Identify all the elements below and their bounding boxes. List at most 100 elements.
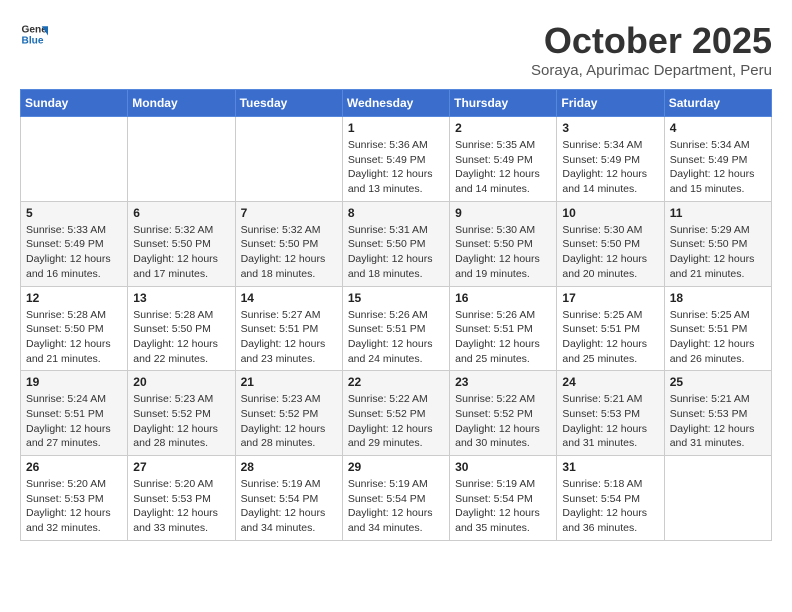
day-number: 27: [133, 460, 229, 474]
day-info: Sunrise: 5:30 AMSunset: 5:50 PMDaylight:…: [562, 223, 658, 282]
calendar-cell: 26Sunrise: 5:20 AMSunset: 5:53 PMDayligh…: [21, 456, 128, 541]
day-number: 19: [26, 375, 122, 389]
day-number: 14: [241, 291, 337, 305]
day-number: 30: [455, 460, 551, 474]
day-number: 12: [26, 291, 122, 305]
calendar-week-row-3: 12 Sunrise: 5:28 AMSunset: 5:50 PMDayligh…: [21, 286, 772, 371]
day-number: 9: [455, 206, 551, 220]
day-info: Sunrise: 5:28 AMSunset: 5:50 PMDaylight:…: [26, 308, 122, 367]
calendar-cell: 11 Sunrise: 5:29 AMSunset: 5:50 PMDayligh…: [664, 201, 771, 286]
day-number: 13: [133, 291, 229, 305]
weekday-header-wednesday: Wednesday: [342, 90, 449, 117]
svg-text:General: General: [22, 24, 48, 35]
calendar-cell: [21, 117, 128, 202]
calendar-week-row-5: 26Sunrise: 5:20 AMSunset: 5:53 PMDayligh…: [21, 456, 772, 541]
weekday-header-sunday: Sunday: [21, 90, 128, 117]
location-subtitle: Soraya, Apurimac Department, Peru: [531, 62, 772, 79]
day-number: 16: [455, 291, 551, 305]
calendar-table: SundayMondayTuesdayWednesdayThursdayFrid…: [20, 89, 772, 541]
calendar-cell: [235, 117, 342, 202]
day-info: Sunrise: 5:19 AMSunset: 5:54 PMDaylight:…: [348, 477, 444, 536]
calendar-cell: 1Sunrise: 5:36 AMSunset: 5:49 PMDaylight…: [342, 117, 449, 202]
day-number: 8: [348, 206, 444, 220]
calendar-cell: [664, 456, 771, 541]
day-number: 7: [241, 206, 337, 220]
calendar-cell: 7 Sunrise: 5:32 AMSunset: 5:50 PMDaylight…: [235, 201, 342, 286]
calendar-cell: 3 Sunrise: 5:34 AMSunset: 5:49 PMDaylight…: [557, 117, 664, 202]
weekday-header-friday: Friday: [557, 90, 664, 117]
day-info: Sunrise: 5:23 AMSunset: 5:52 PMDaylight:…: [241, 392, 337, 451]
day-info: Sunrise: 5:34 AMSunset: 5:49 PMDaylight:…: [562, 138, 658, 197]
calendar-cell: 13 Sunrise: 5:28 AMSunset: 5:50 PMDayligh…: [128, 286, 235, 371]
day-number: 23: [455, 375, 551, 389]
day-info: Sunrise: 5:19 AMSunset: 5:54 PMDaylight:…: [455, 477, 551, 536]
day-info: Sunrise: 5:30 AMSunset: 5:50 PMDaylight:…: [455, 223, 551, 282]
day-number: 31: [562, 460, 658, 474]
day-info: Sunrise: 5:32 AMSunset: 5:50 PMDaylight:…: [133, 223, 229, 282]
weekday-header-monday: Monday: [128, 90, 235, 117]
calendar-cell: [128, 117, 235, 202]
calendar-cell: 10Sunrise: 5:30 AMSunset: 5:50 PMDayligh…: [557, 201, 664, 286]
day-info: Sunrise: 5:35 AMSunset: 5:49 PMDaylight:…: [455, 138, 551, 197]
day-info: Sunrise: 5:32 AMSunset: 5:50 PMDaylight:…: [241, 223, 337, 282]
calendar-cell: 22 Sunrise: 5:22 AMSunset: 5:52 PMDayligh…: [342, 371, 449, 456]
day-info: Sunrise: 5:21 AMSunset: 5:53 PMDaylight:…: [670, 392, 766, 451]
day-number: 24: [562, 375, 658, 389]
day-number: 22: [348, 375, 444, 389]
weekday-header-saturday: Saturday: [664, 90, 771, 117]
calendar-cell: 15 Sunrise: 5:26 AMSunset: 5:51 PMDayligh…: [342, 286, 449, 371]
weekday-header-thursday: Thursday: [450, 90, 557, 117]
calendar-cell: 30 Sunrise: 5:19 AMSunset: 5:54 PMDayligh…: [450, 456, 557, 541]
calendar-cell: 6 Sunrise: 5:32 AMSunset: 5:50 PMDaylight…: [128, 201, 235, 286]
calendar-cell: 28 Sunrise: 5:19 AMSunset: 5:54 PMDayligh…: [235, 456, 342, 541]
day-number: 15: [348, 291, 444, 305]
day-info: Sunrise: 5:29 AMSunset: 5:50 PMDaylight:…: [670, 223, 766, 282]
day-number: 20: [133, 375, 229, 389]
calendar-cell: 5 Sunrise: 5:33 AMSunset: 5:49 PMDaylight…: [21, 201, 128, 286]
day-number: 28: [241, 460, 337, 474]
calendar-cell: 21Sunrise: 5:23 AMSunset: 5:52 PMDayligh…: [235, 371, 342, 456]
day-info: Sunrise: 5:33 AMSunset: 5:49 PMDaylight:…: [26, 223, 122, 282]
calendar-cell: 20 Sunrise: 5:23 AMSunset: 5:52 PMDayligh…: [128, 371, 235, 456]
day-info: Sunrise: 5:22 AMSunset: 5:52 PMDaylight:…: [455, 392, 551, 451]
day-number: 29: [348, 460, 444, 474]
calendar-week-row-1: 1Sunrise: 5:36 AMSunset: 5:49 PMDaylight…: [21, 117, 772, 202]
day-info: Sunrise: 5:18 AMSunset: 5:54 PMDaylight:…: [562, 477, 658, 536]
day-info: Sunrise: 5:26 AMSunset: 5:51 PMDaylight:…: [455, 308, 551, 367]
calendar-cell: 2 Sunrise: 5:35 AMSunset: 5:49 PMDaylight…: [450, 117, 557, 202]
day-info: Sunrise: 5:25 AMSunset: 5:51 PMDaylight:…: [562, 308, 658, 367]
calendar-cell: 25 Sunrise: 5:21 AMSunset: 5:53 PMDayligh…: [664, 371, 771, 456]
calendar-cell: 8Sunrise: 5:31 AMSunset: 5:50 PMDaylight…: [342, 201, 449, 286]
day-number: 25: [670, 375, 766, 389]
calendar-cell: 4 Sunrise: 5:34 AMSunset: 5:49 PMDaylight…: [664, 117, 771, 202]
calendar-cell: 12 Sunrise: 5:28 AMSunset: 5:50 PMDayligh…: [21, 286, 128, 371]
day-number: 6: [133, 206, 229, 220]
day-number: 18: [670, 291, 766, 305]
weekday-header-tuesday: Tuesday: [235, 90, 342, 117]
title-section: October 2025 Soraya, Apurimac Department…: [531, 20, 772, 79]
calendar-cell: 29 Sunrise: 5:19 AMSunset: 5:54 PMDayligh…: [342, 456, 449, 541]
day-number: 2: [455, 121, 551, 135]
calendar-cell: 23 Sunrise: 5:22 AMSunset: 5:52 PMDayligh…: [450, 371, 557, 456]
day-info: Sunrise: 5:19 AMSunset: 5:54 PMDaylight:…: [241, 477, 337, 536]
calendar-cell: 16 Sunrise: 5:26 AMSunset: 5:51 PMDayligh…: [450, 286, 557, 371]
svg-text:Blue: Blue: [22, 35, 44, 46]
day-info: Sunrise: 5:28 AMSunset: 5:50 PMDaylight:…: [133, 308, 229, 367]
calendar-week-row-4: 19 Sunrise: 5:24 AMSunset: 5:51 PMDayligh…: [21, 371, 772, 456]
day-info: Sunrise: 5:25 AMSunset: 5:51 PMDaylight:…: [670, 308, 766, 367]
calendar-cell: 9 Sunrise: 5:30 AMSunset: 5:50 PMDaylight…: [450, 201, 557, 286]
day-info: Sunrise: 5:20 AMSunset: 5:53 PMDaylight:…: [26, 477, 122, 536]
day-number: 3: [562, 121, 658, 135]
day-number: 11: [670, 206, 766, 220]
day-info: Sunrise: 5:27 AMSunset: 5:51 PMDaylight:…: [241, 308, 337, 367]
weekday-header-row: SundayMondayTuesdayWednesdayThursdayFrid…: [21, 90, 772, 117]
day-number: 5: [26, 206, 122, 220]
day-number: 4: [670, 121, 766, 135]
day-info: Sunrise: 5:22 AMSunset: 5:52 PMDaylight:…: [348, 392, 444, 451]
day-info: Sunrise: 5:26 AMSunset: 5:51 PMDaylight:…: [348, 308, 444, 367]
calendar-cell: 14 Sunrise: 5:27 AMSunset: 5:51 PMDayligh…: [235, 286, 342, 371]
day-info: Sunrise: 5:20 AMSunset: 5:53 PMDaylight:…: [133, 477, 229, 536]
day-info: Sunrise: 5:34 AMSunset: 5:49 PMDaylight:…: [670, 138, 766, 197]
day-info: Sunrise: 5:23 AMSunset: 5:52 PMDaylight:…: [133, 392, 229, 451]
day-info: Sunrise: 5:24 AMSunset: 5:51 PMDaylight:…: [26, 392, 122, 451]
